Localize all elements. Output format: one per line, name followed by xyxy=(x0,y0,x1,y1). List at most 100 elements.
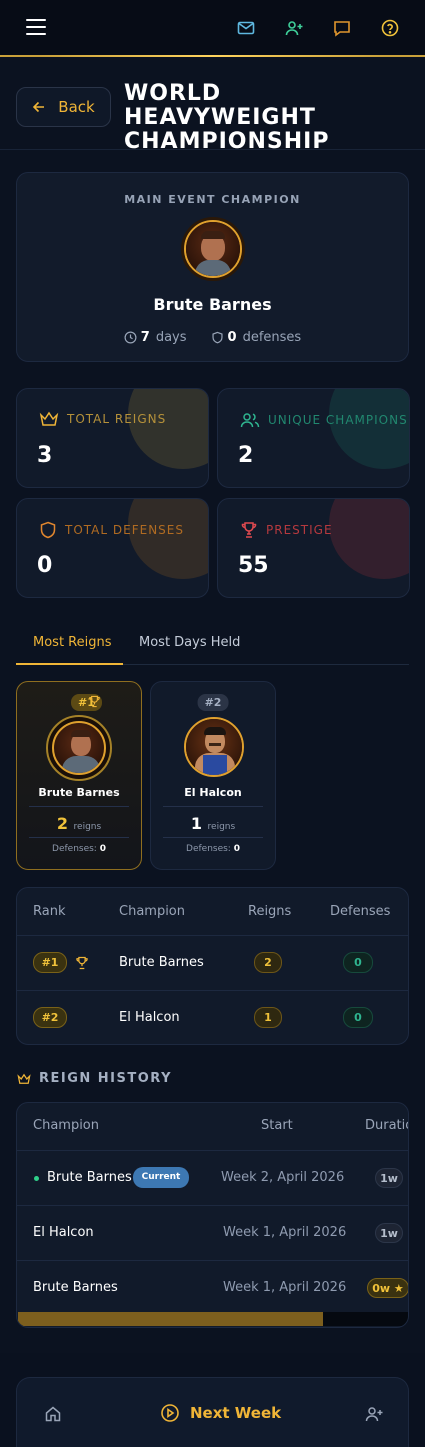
duration-pill: 0w ★ xyxy=(367,1278,408,1298)
reigns-value: 2 xyxy=(56,814,68,833)
defenses-value: 0 xyxy=(99,844,106,854)
stat-card-prestige: PRESTIGE 55 xyxy=(217,498,410,598)
scrollbar-thumb[interactable] xyxy=(18,1312,323,1326)
table-row[interactable]: #2 El Halcon 1 0 xyxy=(17,990,408,1044)
defenses-label: Defenses: xyxy=(52,844,97,854)
stat-label: TOTAL DEFENSES xyxy=(39,521,184,539)
mail-icon[interactable] xyxy=(236,18,256,38)
defenses-value: 0 xyxy=(227,330,237,345)
back-label: Back xyxy=(58,98,95,116)
trophy-icon xyxy=(76,956,88,970)
crown-icon xyxy=(17,1073,31,1084)
leader-name: Brute Barnes xyxy=(38,786,120,799)
defenses-pill: 0 xyxy=(343,952,373,973)
home-icon[interactable] xyxy=(44,1405,62,1423)
top-bar-glow xyxy=(40,55,385,57)
leader-avatar xyxy=(46,715,112,781)
divider xyxy=(29,806,129,807)
trophy-icon xyxy=(89,695,100,708)
chat-icon[interactable] xyxy=(332,18,352,38)
reigns-pill: 1 xyxy=(254,1007,282,1028)
section-title: REIGN HISTORY xyxy=(39,1071,173,1086)
champion-label: MAIN EVENT CHAMPION xyxy=(124,193,301,206)
start-cell: Week 1, April 2026 xyxy=(223,1225,347,1240)
stat-label-text: UNIQUE CHAMPIONS xyxy=(268,413,408,427)
divider xyxy=(163,837,263,838)
next-week-label: Next Week xyxy=(190,1404,282,1422)
shield-icon xyxy=(211,331,223,344)
stat-card-total-defenses: TOTAL DEFENSES 0 xyxy=(16,498,209,598)
column-header-rank: Rank xyxy=(33,904,66,919)
divider xyxy=(29,837,129,838)
leader-reigns: 2 reigns xyxy=(17,814,141,833)
page-title: WORLD HEAVYWEIGHT CHAMPIONSHIP xyxy=(124,81,330,154)
add-user-icon[interactable] xyxy=(284,18,304,38)
history-row[interactable]: Brute Barnes Week 1, April 2026 0w ★ xyxy=(17,1260,408,1315)
duration-pill: 1w xyxy=(375,1168,403,1188)
current-badge: Current xyxy=(133,1167,189,1188)
bottom-nav: Next Week xyxy=(0,1353,425,1447)
stat-label-text: TOTAL DEFENSES xyxy=(65,523,184,537)
card-decoration xyxy=(329,499,409,579)
stat-label-text: TOTAL REIGNS xyxy=(67,412,167,426)
tab-most-reigns[interactable]: Most Reigns xyxy=(33,635,112,650)
champion-cell: El Halcon xyxy=(119,1010,180,1025)
defenses-label: defenses xyxy=(242,330,302,345)
leaderboard-tabs: Most Reigns Most Days Held xyxy=(16,626,409,665)
stat-label: PRESTIGE xyxy=(240,521,333,539)
stat-value: 55 xyxy=(238,553,269,578)
leader-defenses: Defenses: 0 xyxy=(151,844,275,854)
defenses-count: 0 defenses xyxy=(211,330,302,345)
page-header: Back WORLD HEAVYWEIGHT CHAMPIONSHIP xyxy=(0,60,425,154)
stat-value: 3 xyxy=(37,443,53,468)
play-circle-icon xyxy=(161,1404,179,1422)
tab-most-days-held[interactable]: Most Days Held xyxy=(139,635,240,650)
shield-icon xyxy=(40,521,56,539)
stat-value: 0 xyxy=(37,553,53,578)
history-row[interactable]: Brute Barnes Current Week 2, April 2026 … xyxy=(17,1150,408,1205)
stat-label: UNIQUE CHAMPIONS xyxy=(240,411,408,429)
crown-icon xyxy=(39,411,59,426)
column-header-defenses: Defenses xyxy=(330,904,391,919)
defenses-pill: 0 xyxy=(343,1007,373,1028)
leader-name: El Halcon xyxy=(184,786,242,799)
champion-cell: El Halcon xyxy=(33,1225,94,1240)
days-held: 7 days xyxy=(124,330,187,345)
trophy-icon xyxy=(241,522,257,538)
menu-icon[interactable] xyxy=(26,19,46,35)
champion-cell: Brute Barnes xyxy=(47,1170,132,1185)
next-week-button[interactable]: Next Week xyxy=(160,1403,281,1423)
add-user-icon[interactable] xyxy=(364,1404,384,1424)
history-row[interactable]: El Halcon Week 1, April 2026 1w xyxy=(17,1205,408,1260)
back-button[interactable]: Back xyxy=(16,87,111,127)
reigns-value: 1 xyxy=(190,814,202,833)
clock-icon xyxy=(124,331,137,344)
champion-stats: 7 days 0 defenses xyxy=(17,330,408,345)
column-header-champion: Champion xyxy=(33,1118,100,1133)
rank-badge: #2 xyxy=(197,694,229,711)
leader-avatar xyxy=(184,717,244,777)
defenses-value: 0 xyxy=(233,844,240,854)
stat-card-total-reigns: TOTAL REIGNS 3 xyxy=(16,388,209,488)
horizontal-scrollbar[interactable] xyxy=(18,1312,408,1326)
table-row[interactable]: #1 Brute Barnes 2 0 xyxy=(17,935,408,990)
reigns-pill: 2 xyxy=(254,952,282,973)
help-icon[interactable] xyxy=(380,18,400,38)
start-cell: Week 2, April 2026 xyxy=(221,1170,345,1185)
card-decoration xyxy=(128,389,208,469)
days-label: days xyxy=(155,330,187,345)
current-champion-card: MAIN EVENT CHAMPION Brute Barnes 7 days … xyxy=(16,172,409,362)
column-header-duration: Duratio xyxy=(365,1118,409,1133)
rank-pill: #2 xyxy=(33,1007,67,1028)
column-header-champion: Champion xyxy=(119,904,186,919)
arrow-left-icon xyxy=(33,101,45,113)
leader-card-1[interactable]: #1 Brute Barnes 2 reigns Defenses: 0 xyxy=(16,681,142,870)
leader-card-2[interactable]: #2 El Halcon 1 reigns Defenses: 0 xyxy=(150,681,276,870)
reigns-label: reigns xyxy=(207,822,236,832)
days-value: 7 xyxy=(140,330,150,345)
column-header-start: Start xyxy=(261,1118,293,1133)
divider xyxy=(163,806,263,807)
champion-cell: Brute Barnes xyxy=(33,1280,118,1295)
current-dot xyxy=(34,1176,39,1181)
top-bar xyxy=(0,0,425,57)
